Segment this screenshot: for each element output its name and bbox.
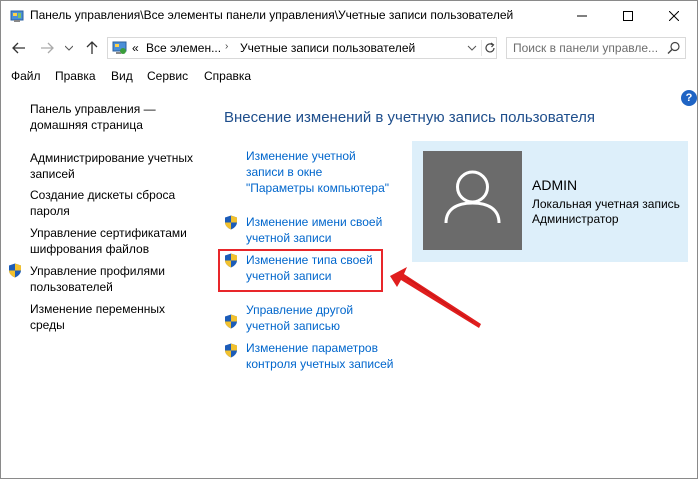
sidebar-item-user-profiles[interactable]: Управление профилями пользователей [30, 263, 210, 295]
task-change-account-name[interactable]: Изменение имени своей учетной записи [246, 214, 416, 246]
uac-shield-icon [225, 215, 237, 230]
menu-tools[interactable]: Сервис [147, 69, 188, 83]
search-input[interactable] [513, 40, 663, 56]
breadcrumb-all-items[interactable]: Все элемен... [146, 41, 221, 55]
menu-file[interactable]: Файл [11, 69, 41, 83]
user-account-card: ADMIN Локальная учетная запись Администр… [412, 141, 688, 262]
control-panel-window: Панель управления\Все элементы панели уп… [0, 0, 698, 479]
navigation-bar: « Все элемен... › Учетные записи пользов… [1, 31, 697, 65]
up-button[interactable] [83, 39, 101, 57]
minimize-icon [577, 15, 587, 17]
window-title: Панель управления\Все элементы панели уп… [30, 8, 514, 22]
avatar [423, 151, 522, 250]
menu-view[interactable]: Вид [111, 69, 133, 83]
sidebar-item-password-reset-disk[interactable]: Создание дискеты сброса пароля [30, 187, 210, 219]
control-panel-icon [112, 41, 127, 54]
maximize-button[interactable] [605, 1, 651, 31]
sidebar-item-control-panel-home[interactable]: Панель управления — домашняя страница [30, 101, 210, 133]
task-uac-settings[interactable]: Изменение параметров контроля учетных за… [246, 340, 416, 372]
user-silhouette-icon [444, 170, 501, 224]
chevron-down-icon[interactable] [466, 42, 478, 54]
breadcrumb-separator[interactable]: › [225, 41, 228, 52]
uac-shield-icon [225, 314, 237, 329]
page-title: Внесение изменений в учетную запись поль… [224, 109, 595, 126]
back-button[interactable] [10, 39, 28, 57]
sidebar-item-environment-variables[interactable]: Изменение переменных среды [30, 301, 210, 333]
refresh-button[interactable] [481, 40, 497, 56]
minimize-button[interactable] [559, 1, 605, 31]
control-panel-icon [10, 10, 24, 22]
address-bar[interactable]: « Все элемен... › Учетные записи пользов… [107, 37, 497, 59]
user-name: ADMIN [532, 177, 578, 193]
sidebar-item-account-administration[interactable]: Администрирование учетных записей [30, 150, 210, 182]
menu-edit[interactable]: Правка [55, 69, 96, 83]
recent-locations-button[interactable] [63, 39, 75, 57]
help-icon[interactable]: ? [681, 90, 697, 106]
close-button[interactable] [651, 1, 697, 31]
uac-shield-icon [225, 343, 237, 358]
arrow-up-icon [86, 41, 98, 54]
search-box[interactable] [506, 37, 686, 59]
uac-shield-icon [9, 263, 21, 278]
refresh-icon [484, 42, 495, 53]
maximize-icon [623, 11, 633, 21]
close-icon [669, 11, 679, 21]
content-area: ? Панель управления — домашняя страница … [1, 87, 697, 478]
title-bar: Панель управления\Все элементы панели уп… [1, 1, 697, 31]
chevron-down-icon [65, 45, 73, 51]
address-overflow-chevrons[interactable]: « [132, 41, 139, 55]
menu-help[interactable]: Справка [204, 69, 251, 83]
arrow-left-icon [12, 42, 25, 54]
sidebar-item-file-encryption-certificates[interactable]: Управление сертификатами шифрования файл… [30, 225, 210, 257]
search-icon [667, 41, 680, 54]
arrow-right-icon [41, 42, 54, 54]
user-account-type: Локальная учетная запись Администратор [532, 197, 680, 226]
uac-shield-icon [225, 253, 237, 268]
task-change-in-pc-settings[interactable]: Изменение учетной записи в окне "Парамет… [246, 148, 416, 196]
menu-bar: Файл Правка Вид Сервис Справка [1, 65, 697, 87]
forward-button[interactable] [38, 39, 56, 57]
breadcrumb-user-accounts[interactable]: Учетные записи пользователей [240, 41, 415, 55]
annotation-arrow-icon [390, 267, 481, 328]
